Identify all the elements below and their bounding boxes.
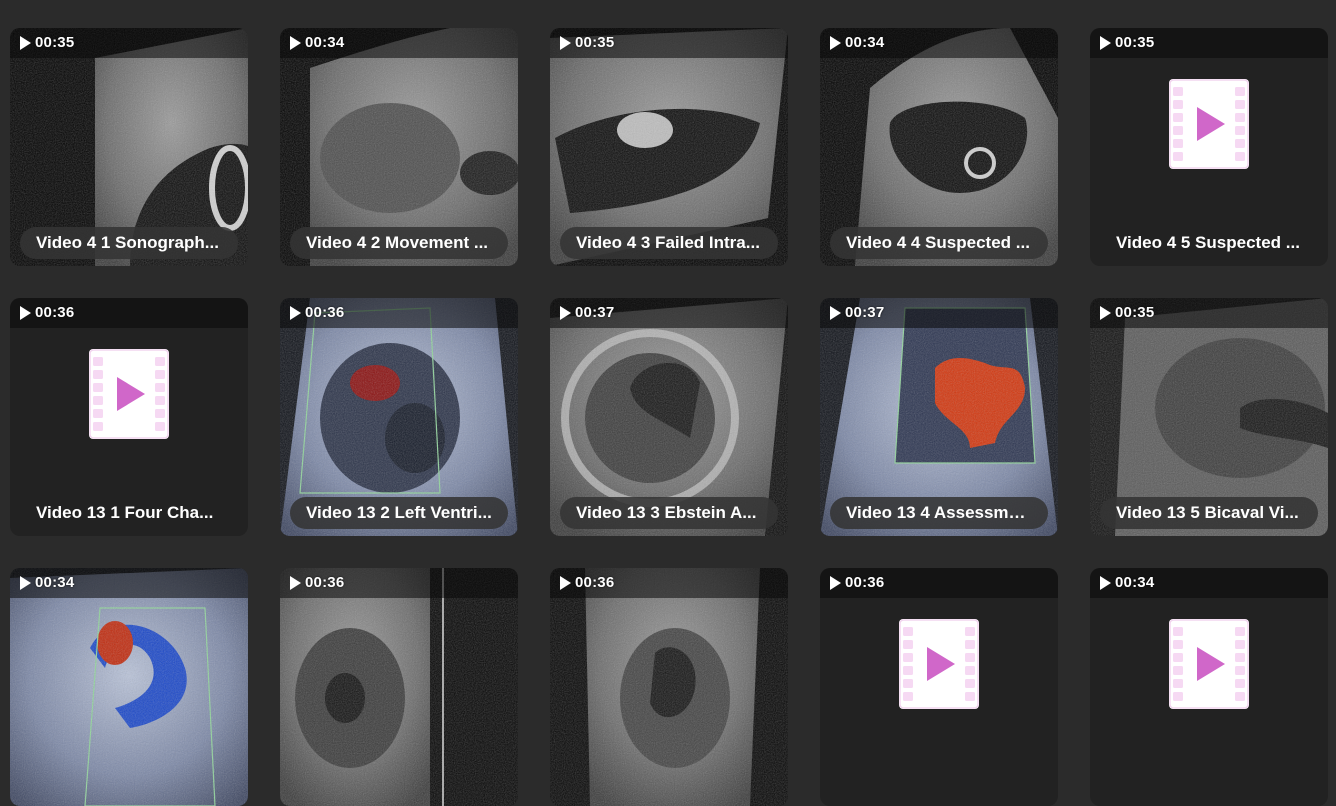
video-duration: 00:37	[830, 304, 884, 321]
video-card[interactable]: 00:36	[820, 568, 1058, 806]
video-grid: 00:35 Video 4 1 Sonograph... 00:34 Video…	[0, 0, 1336, 806]
duration-text: 00:35	[575, 34, 615, 51]
play-icon	[830, 575, 841, 590]
video-card[interactable]: 00:34	[1090, 568, 1328, 806]
play-icon	[20, 575, 31, 590]
video-card[interactable]: 00:34 Video 4 2 Movement ...	[280, 28, 518, 266]
video-duration: 00:35	[1100, 34, 1154, 51]
video-title: Video 4 2 Movement ...	[290, 227, 508, 259]
video-title: Video 13 3 Ebstein A...	[560, 497, 778, 529]
duration-text: 00:36	[305, 304, 345, 321]
video-title: Video 13 2 Left Ventri...	[290, 497, 508, 529]
video-title: Video 13 5 Bicaval Vi...	[1100, 497, 1318, 529]
video-card[interactable]: 00:36 Video 13 2 Left Ventri...	[280, 298, 518, 536]
play-icon	[560, 575, 571, 590]
duration-text: 00:36	[35, 304, 75, 321]
duration-text: 00:34	[845, 34, 885, 51]
video-duration: 00:35	[560, 34, 614, 51]
video-card[interactable]: 00:37 Video 13 3 Ebstein A...	[550, 298, 788, 536]
video-file-icon	[89, 349, 169, 439]
video-title: Video 4 5 Suspected ...	[1116, 233, 1300, 252]
video-duration: 00:34	[830, 34, 884, 51]
video-card[interactable]: 00:36	[550, 568, 788, 806]
video-card[interactable]: 00:35 Video 4 1 Sonograph...	[10, 28, 248, 266]
play-icon	[290, 35, 301, 50]
duration-text: 00:36	[845, 574, 885, 591]
video-title: Video 13 1 Four Cha...	[36, 503, 214, 522]
duration-text: 00:34	[35, 574, 75, 591]
play-icon	[830, 35, 841, 50]
video-duration: 00:35	[1100, 304, 1154, 321]
duration-text: 00:36	[305, 574, 345, 591]
video-duration: 00:36	[290, 574, 344, 591]
video-duration: 00:36	[560, 574, 614, 591]
video-card[interactable]: 00:34 Video 4 4 Suspected ...	[820, 28, 1058, 266]
duration-text: 00:34	[1115, 574, 1155, 591]
video-card[interactable]: 00:37 Video 13 4 Assessme...	[820, 298, 1058, 536]
video-card[interactable]: 00:35 Video 13 5 Bicaval Vi...	[1090, 298, 1328, 536]
play-icon	[1100, 305, 1111, 320]
video-card[interactable]: 00:35 Video 4 5 Suspected ...	[1090, 28, 1328, 266]
video-title: Video 4 3 Failed Intra...	[560, 227, 778, 259]
video-title: Video 13 4 Assessme...	[830, 497, 1048, 529]
video-file-icon	[1169, 79, 1249, 169]
video-file-icon	[1169, 619, 1249, 709]
duration-text: 00:35	[1115, 34, 1155, 51]
play-icon	[20, 305, 31, 320]
video-title: Video 4 1 Sonograph...	[20, 227, 238, 259]
video-duration: 00:34	[1100, 574, 1154, 591]
video-title: Video 4 4 Suspected ...	[830, 227, 1048, 259]
duration-text: 00:37	[575, 304, 615, 321]
video-card[interactable]: 00:36 Video 13 1 Four Cha...	[10, 298, 248, 536]
play-icon	[290, 305, 301, 320]
video-duration: 00:36	[20, 304, 74, 321]
video-duration: 00:37	[560, 304, 614, 321]
video-duration: 00:35	[20, 34, 74, 51]
duration-text: 00:37	[845, 304, 885, 321]
video-duration: 00:36	[830, 574, 884, 591]
play-icon	[560, 35, 571, 50]
play-icon	[290, 575, 301, 590]
play-icon	[560, 305, 571, 320]
play-icon	[830, 305, 841, 320]
play-icon	[20, 35, 31, 50]
video-duration: 00:34	[20, 574, 74, 591]
duration-text: 00:36	[575, 574, 615, 591]
duration-text: 00:35	[1115, 304, 1155, 321]
video-duration: 00:34	[290, 34, 344, 51]
video-file-icon	[899, 619, 979, 709]
video-duration: 00:36	[290, 304, 344, 321]
video-card[interactable]: 00:35 Video 4 3 Failed Intra...	[550, 28, 788, 266]
duration-text: 00:35	[35, 34, 75, 51]
play-icon	[1100, 35, 1111, 50]
duration-text: 00:34	[305, 34, 345, 51]
play-icon	[1100, 575, 1111, 590]
video-card[interactable]: 00:36	[280, 568, 518, 806]
video-card[interactable]: 00:34	[10, 568, 248, 806]
